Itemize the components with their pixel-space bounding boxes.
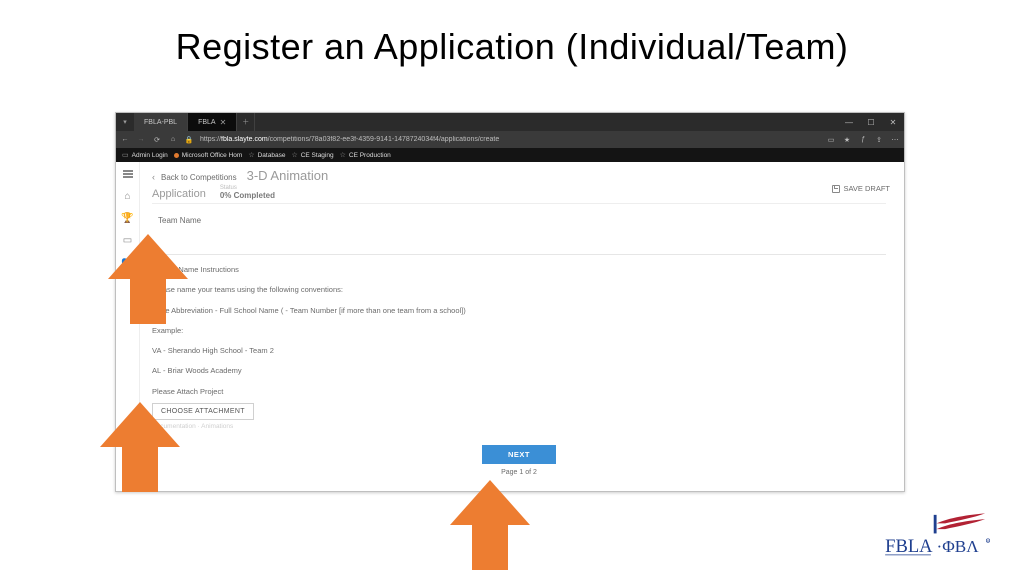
svg-text:FBLA: FBLA <box>885 536 933 557</box>
tab-history-icon[interactable]: ▾ <box>116 113 134 131</box>
bookmarks-bar: ▭Admin Login Microsoft Office Hom ☆ Datab… <box>116 148 904 162</box>
bookmark-item[interactable]: ▭Admin Login <box>122 151 168 159</box>
minimize-button[interactable]: — <box>838 113 860 131</box>
tab-label: FBLA <box>198 119 216 126</box>
url-domain: fbla.slayte.com <box>221 136 268 143</box>
page-icon: ▭ <box>122 151 129 159</box>
page-indicator: Page 1 of 2 <box>152 469 886 476</box>
forward-icon[interactable]: → <box>136 136 146 143</box>
star-icon: ☆ <box>248 151 254 159</box>
maximize-button[interactable]: ☐ <box>860 113 882 131</box>
callout-arrow <box>450 480 530 570</box>
side-rail: ⌂ 🏆 ▭ 👥 <box>116 162 140 491</box>
close-window-button[interactable]: ✕ <box>882 113 904 131</box>
save-draft-button[interactable]: SAVE DRAFT <box>832 184 890 193</box>
instructions-text: Please name your teams using the followi… <box>152 284 886 295</box>
page-content: ⌂ 🏆 ▭ 👥 ‹ Back to Competitions 3-D Anima… <box>116 162 904 491</box>
team-name-label: Team Name <box>152 216 886 225</box>
choose-attachment-button[interactable]: CHOOSE ATTACHMENT <box>152 403 254 420</box>
team-name-input[interactable] <box>152 235 886 255</box>
card-icon[interactable]: ▭ <box>122 234 134 246</box>
tab-active[interactable]: FBLA ✕ <box>188 113 237 131</box>
save-draft-label: SAVE DRAFT <box>843 184 890 193</box>
menu-icon[interactable] <box>122 168 134 180</box>
instructions-block: Team Name Instructions Please name your … <box>152 264 886 397</box>
bookmark-item[interactable]: ☆ CE Staging <box>291 151 333 159</box>
bookmark-item[interactable]: Microsoft Office Hom <box>174 152 243 159</box>
reader-icon[interactable]: ▭ <box>826 136 836 144</box>
bookmark-label: CE Production <box>349 152 391 159</box>
tab-label: FBLA-PBL <box>144 119 177 126</box>
instructions-text: AL - Briar Woods Academy <box>152 365 886 376</box>
status-value: 0% Completed <box>220 191 275 200</box>
next-button[interactable]: NEXT <box>482 445 556 464</box>
instructions-text: State Abbreviation - Full School Name ( … <box>152 305 886 316</box>
competition-title: 3-D Animation <box>247 168 329 183</box>
favorite-icon[interactable]: ★ <box>842 136 852 144</box>
slide-title: Register an Application (Individual/Team… <box>0 26 1024 68</box>
section-label: Application <box>152 188 206 200</box>
save-icon <box>832 185 840 193</box>
svg-text:·ΦBΛ: ·ΦBΛ <box>937 537 980 556</box>
more-icon[interactable]: ⋯ <box>890 136 900 144</box>
tab-bar: ▾ FBLA-PBL FBLA ✕ ＋ — ☐ ✕ <box>116 113 904 131</box>
bookmark-label: Microsoft Office Hom <box>182 152 243 159</box>
bookmark-label: Admin Login <box>132 152 168 159</box>
bookmark-item[interactable]: ☆ Database <box>248 151 285 159</box>
bookmark-label: CE Staging <box>301 152 334 159</box>
new-tab-button[interactable]: ＋ <box>237 113 255 131</box>
instructions-text: Example: <box>152 325 886 336</box>
instructions-text: VA - Sherando High School - Team 2 <box>152 345 886 356</box>
back-to-competitions-link[interactable]: Back to Competitions <box>161 173 237 182</box>
address-bar: ← → ⟳ ⌂ 🔒 https://fbla.slayte.com/compet… <box>116 131 904 148</box>
url-path: /competitions/78a03f82-ee3f-4359-9141-14… <box>268 136 500 143</box>
trophy-icon[interactable]: 🏆 <box>122 212 134 224</box>
bookmark-item[interactable]: ☆CE Production <box>340 151 391 159</box>
url-field[interactable]: https://fbla.slayte.com/competitions/78a… <box>200 136 820 143</box>
tab-inactive[interactable]: FBLA-PBL <box>134 113 188 131</box>
home-icon[interactable]: ⌂ <box>168 136 178 143</box>
home-icon[interactable]: ⌂ <box>122 190 134 202</box>
ms-icon <box>174 153 179 158</box>
share-icon[interactable]: ⇪ <box>874 136 884 144</box>
notes-icon[interactable]: ƒ <box>858 136 868 143</box>
url-scheme: https:// <box>200 136 221 143</box>
star-icon: ☆ <box>291 151 297 159</box>
browser-window: ▾ FBLA-PBL FBLA ✕ ＋ — ☐ ✕ ← → ⟳ ⌂ 🔒 <box>115 112 905 492</box>
star-icon: ☆ <box>340 151 346 159</box>
main-panel: ‹ Back to Competitions 3-D Animation App… <box>140 162 904 491</box>
back-icon[interactable]: ← <box>120 136 130 143</box>
lock-icon: 🔒 <box>184 136 194 144</box>
close-icon[interactable]: ✕ <box>220 118 227 127</box>
chevron-left-icon: ‹ <box>152 172 155 182</box>
bookmark-label: Database <box>258 152 286 159</box>
fbla-pbl-logo: FBLA ·ΦBΛ R <box>878 512 998 562</box>
instructions-header: Team Name Instructions <box>152 264 886 275</box>
attachment-hint: Documentation · Animations <box>152 423 886 430</box>
attach-label: Please Attach Project <box>152 386 886 397</box>
group-icon[interactable]: 👥 <box>122 256 134 268</box>
refresh-icon[interactable]: ⟳ <box>152 136 162 144</box>
